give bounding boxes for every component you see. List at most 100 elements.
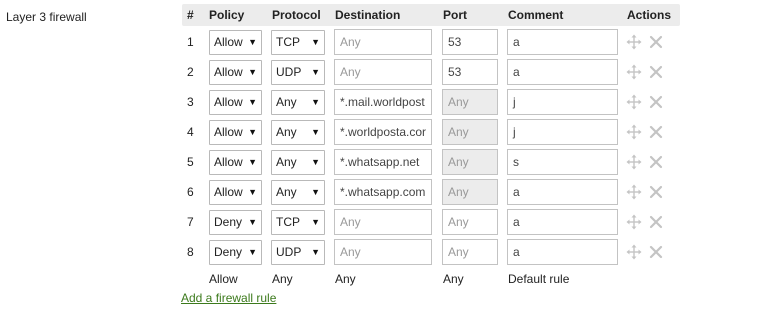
add-firewall-rule-link[interactable]: Add a firewall rule [181, 291, 276, 305]
move-icon[interactable] [626, 154, 642, 173]
section-label: Layer 3 firewall [6, 10, 87, 24]
port-field[interactable]: Any [442, 209, 498, 235]
chevron-down-icon: ▼ [248, 67, 257, 77]
protocol-value: UDP [276, 65, 302, 79]
move-icon[interactable] [626, 214, 642, 233]
chevron-down-icon: ▼ [311, 37, 320, 47]
port-field: Any [442, 119, 498, 145]
chevron-down-icon: ▼ [311, 187, 320, 197]
move-icon[interactable] [626, 34, 642, 53]
destination-field[interactable]: *.worldposta.cor [334, 119, 432, 145]
close-icon[interactable] [648, 34, 664, 53]
table-row: 6 Allow ▼ Any ▼ *.whatsapp.com Any a [182, 179, 702, 209]
protocol-select[interactable]: TCP ▼ [271, 210, 325, 235]
destination-field[interactable]: *.mail.worldpost [334, 89, 432, 115]
row-index: 5 [187, 155, 194, 169]
close-icon[interactable] [648, 94, 664, 113]
comment-field[interactable]: a [507, 239, 618, 265]
chevron-down-icon: ▼ [248, 127, 257, 137]
comment-field[interactable]: a [507, 59, 618, 85]
chevron-down-icon: ▼ [311, 157, 320, 167]
close-icon[interactable] [648, 124, 664, 143]
policy-select[interactable]: Allow ▼ [209, 90, 262, 115]
policy-select[interactable]: Allow ▼ [209, 180, 262, 205]
port-field[interactable]: 53 [442, 59, 498, 85]
table-row: 7 Deny ▼ TCP ▼ Any Any a [182, 209, 702, 239]
row-index: 4 [187, 125, 194, 139]
comment-field[interactable]: a [507, 179, 618, 205]
protocol-select[interactable]: Any ▼ [271, 150, 325, 175]
move-icon[interactable] [626, 64, 642, 83]
protocol-select[interactable]: UDP ▼ [271, 60, 325, 85]
chevron-down-icon: ▼ [248, 37, 257, 47]
policy-value: Allow [214, 125, 243, 139]
row-index: 1 [187, 35, 194, 49]
destination-field[interactable]: Any [334, 59, 432, 85]
chevron-down-icon: ▼ [248, 247, 257, 257]
header-comment: Comment [508, 8, 564, 22]
destination-field[interactable]: Any [334, 29, 432, 55]
close-icon[interactable] [648, 184, 664, 203]
protocol-value: Any [276, 155, 297, 169]
policy-select[interactable]: Deny ▼ [209, 240, 262, 265]
chevron-down-icon: ▼ [311, 217, 320, 227]
table-row: 1 Allow ▼ TCP ▼ Any 53 a [182, 29, 702, 59]
port-field: Any [442, 89, 498, 115]
protocol-select[interactable]: UDP ▼ [271, 240, 325, 265]
protocol-select[interactable]: TCP ▼ [271, 30, 325, 55]
comment-field[interactable]: a [507, 29, 618, 55]
comment-field[interactable]: j [507, 119, 618, 145]
close-icon[interactable] [648, 64, 664, 83]
policy-select[interactable]: Allow ▼ [209, 30, 262, 55]
comment-field[interactable]: a [507, 209, 618, 235]
protocol-value: Any [276, 95, 297, 109]
default-comment: Default rule [508, 272, 570, 286]
destination-field[interactable]: Any [334, 239, 432, 265]
table-header: # Policy Protocol Destination Port Comme… [182, 4, 680, 26]
comment-field[interactable]: j [507, 89, 618, 115]
move-icon[interactable] [626, 184, 642, 203]
move-icon[interactable] [626, 244, 642, 263]
move-icon[interactable] [626, 94, 642, 113]
protocol-select[interactable]: Any ▼ [271, 120, 325, 145]
default-protocol: Any [272, 272, 293, 286]
table-row: 3 Allow ▼ Any ▼ *.mail.worldpost Any j [182, 89, 702, 119]
port-field: Any [442, 179, 498, 205]
port-field[interactable]: 53 [442, 29, 498, 55]
comment-field[interactable]: s [507, 149, 618, 175]
policy-value: Allow [214, 95, 243, 109]
table-row: 2 Allow ▼ UDP ▼ Any 53 a [182, 59, 702, 89]
protocol-select[interactable]: Any ▼ [271, 180, 325, 205]
policy-select[interactable]: Allow ▼ [209, 60, 262, 85]
chevron-down-icon: ▼ [248, 97, 257, 107]
policy-select[interactable]: Allow ▼ [209, 150, 262, 175]
protocol-value: TCP [276, 215, 300, 229]
destination-field[interactable]: Any [334, 209, 432, 235]
chevron-down-icon: ▼ [311, 247, 320, 257]
row-index: 6 [187, 185, 194, 199]
policy-select[interactable]: Deny ▼ [209, 210, 262, 235]
chevron-down-icon: ▼ [248, 157, 257, 167]
header-port: Port [443, 8, 467, 22]
move-icon[interactable] [626, 124, 642, 143]
policy-select[interactable]: Allow ▼ [209, 120, 262, 145]
close-icon[interactable] [648, 214, 664, 233]
protocol-select[interactable]: Any ▼ [271, 90, 325, 115]
close-icon[interactable] [648, 244, 664, 263]
row-index: 2 [187, 65, 194, 79]
header-index: # [187, 8, 194, 22]
default-rule-row: Allow Any Any Any Default rule [182, 272, 702, 286]
policy-value: Deny [214, 245, 243, 259]
policy-value: Allow [214, 185, 243, 199]
row-index: 8 [187, 245, 194, 259]
row-index: 3 [187, 95, 194, 109]
close-icon[interactable] [648, 154, 664, 173]
protocol-value: Any [276, 125, 297, 139]
destination-field[interactable]: *.whatsapp.net [334, 149, 432, 175]
header-policy: Policy [209, 8, 245, 22]
destination-field[interactable]: *.whatsapp.com [334, 179, 432, 205]
default-policy: Allow [209, 272, 238, 286]
port-field[interactable]: Any [442, 239, 498, 265]
policy-value: Allow [214, 155, 243, 169]
chevron-down-icon: ▼ [311, 127, 320, 137]
